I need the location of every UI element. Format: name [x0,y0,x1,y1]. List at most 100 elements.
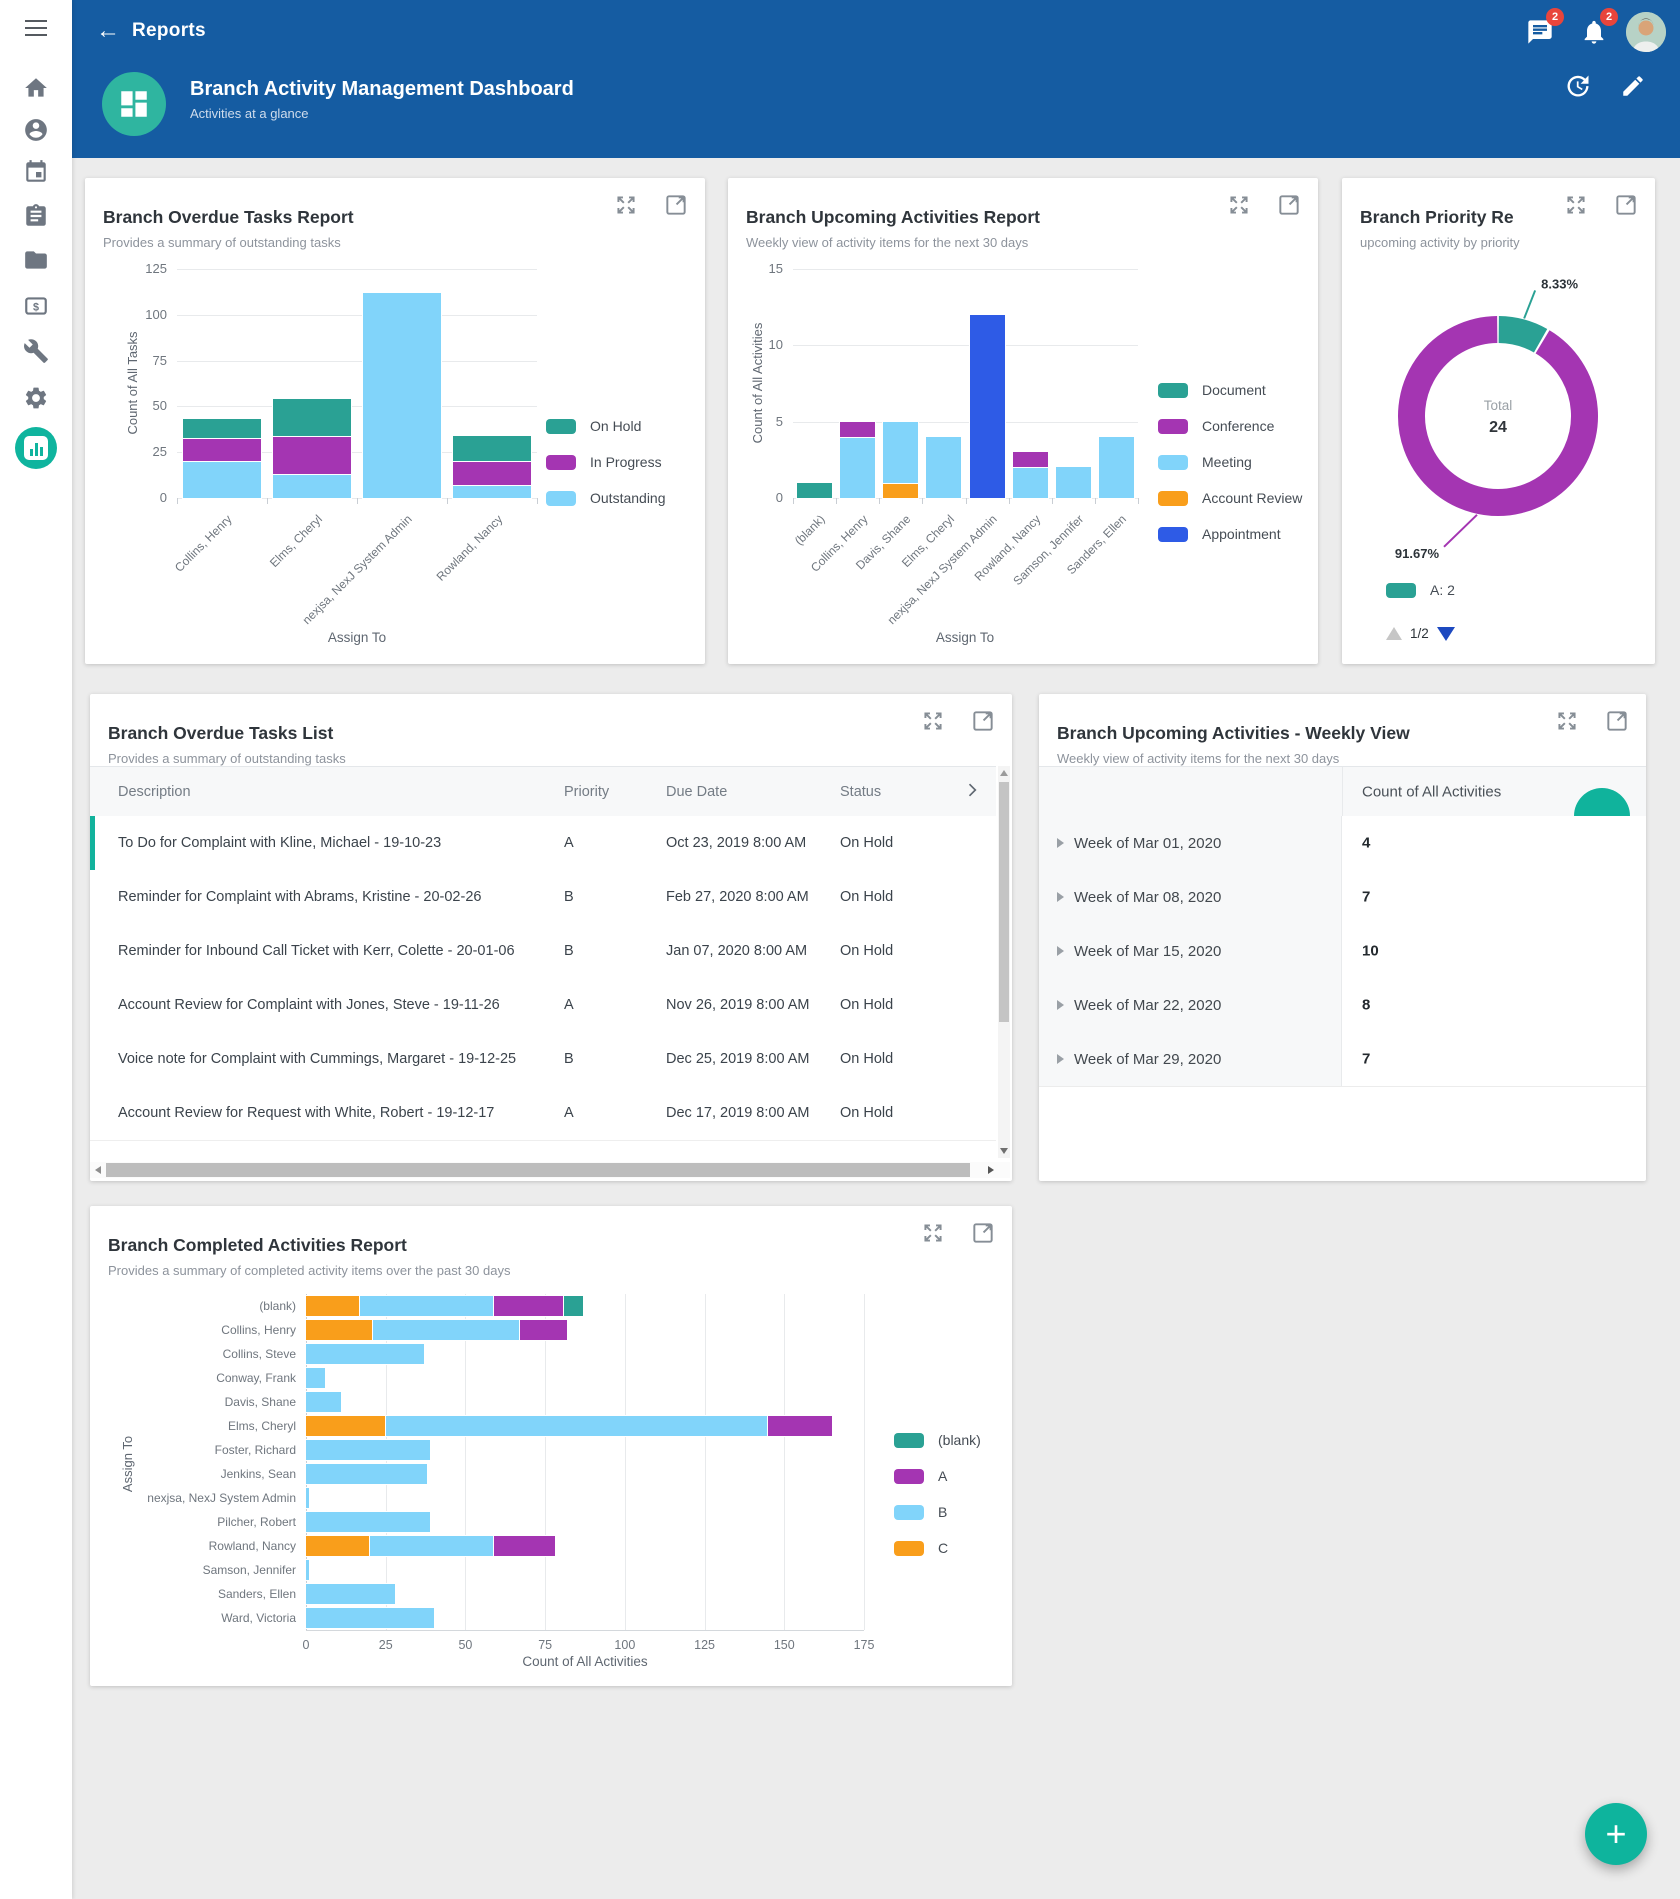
expand-triangle-icon[interactable] [1057,1000,1064,1010]
expand-triangle-icon[interactable] [1057,892,1064,902]
home-icon[interactable] [23,75,49,101]
bar-segment-outstanding[interactable] [363,293,441,498]
bar-segment-on-hold[interactable] [183,419,261,437]
bar-segment-meeting[interactable] [883,422,918,483]
bar-segment-a[interactable] [520,1320,568,1340]
table-row[interactable]: Account Review for Complaint with Jones,… [90,978,996,1033]
bar-segment-c[interactable] [306,1416,386,1436]
bar-segment-c[interactable] [306,1536,370,1556]
table-row[interactable]: To Do for Complaint with Kline, Michael … [90,816,996,871]
column-header-priority[interactable]: Priority [564,784,609,800]
column-header-due-date[interactable]: Due Date [666,784,727,800]
open-in-new-icon[interactable] [1613,192,1639,218]
bar-segment-on-hold[interactable] [453,436,531,462]
bar-segment-a[interactable] [494,1296,564,1316]
bar-segment-b[interactable] [386,1416,769,1436]
bar-segment-c[interactable] [306,1296,360,1316]
table-row[interactable]: Account Review for Request with White, R… [90,1086,996,1141]
tools-icon[interactable] [23,338,49,364]
bar-segment-on-hold[interactable] [273,399,351,436]
bar-segment-appointment[interactable] [970,315,1005,498]
legend-item-b[interactable]: B [894,1504,947,1520]
settings-icon[interactable] [23,385,49,411]
billing-icon[interactable]: $ [23,293,49,319]
bar-segment-conference[interactable] [1013,452,1048,467]
bar-segment-account-review[interactable] [883,483,918,498]
avatar[interactable] [1626,12,1666,52]
legend-item-a[interactable]: A [894,1468,947,1484]
legend-item-appointment[interactable]: Appointment [1158,526,1281,542]
pager-up-icon[interactable] [1386,627,1402,640]
bar-segment-blank[interactable] [564,1296,583,1316]
week-expander[interactable]: Week of Mar 01, 2020 [1039,816,1342,870]
legend-item-a[interactable]: A: 2 [1386,582,1455,598]
sidebar-item-reports[interactable] [15,427,57,469]
bar-segment-b[interactable] [360,1296,494,1316]
donut-slice-a[interactable] [1499,330,1541,341]
bar-segment-meeting[interactable] [1099,437,1134,498]
contacts-icon[interactable] [23,117,49,143]
legend-item-outstanding[interactable]: Outstanding [546,490,666,506]
bar-segment-b[interactable] [306,1344,424,1364]
table-row[interactable]: Voice note for Complaint with Cummings, … [90,1032,996,1087]
table-row[interactable]: Reminder for Inbound Call Ticket with Ke… [90,924,996,979]
expand-triangle-icon[interactable] [1057,838,1064,848]
bar-segment-c[interactable] [306,1320,373,1340]
bar-segment-b[interactable] [306,1392,341,1412]
horizontal-scrollbar[interactable] [90,1162,1010,1178]
bar-segment-meeting[interactable] [840,437,875,498]
fullscreen-icon[interactable] [920,708,946,734]
bar-segment-meeting[interactable] [1056,467,1091,498]
fullscreen-icon[interactable] [1554,708,1580,734]
bar-segment-conference[interactable] [840,422,875,437]
bar-segment-a[interactable] [494,1536,555,1556]
vertical-scrollbar[interactable] [998,766,1010,1158]
bar-segment-b[interactable] [373,1320,520,1340]
legend-item-document[interactable]: Document [1158,382,1266,398]
donut-slice-other[interactable] [1412,330,1585,503]
bar-segment-b[interactable] [306,1464,427,1484]
fullscreen-icon[interactable] [1563,192,1589,218]
bar-segment-a[interactable] [768,1416,832,1436]
bar-segment-b[interactable] [306,1584,395,1604]
bar-segment-b[interactable] [306,1440,430,1460]
tasks-icon[interactable] [23,203,49,229]
expand-triangle-icon[interactable] [1057,1054,1064,1064]
menu-icon[interactable] [25,20,47,36]
chevron-right-icon[interactable] [962,780,982,800]
bar-segment-outstanding[interactable] [453,485,531,498]
bar-segment-in-progress[interactable] [453,461,531,485]
bar-segment-b[interactable] [306,1560,309,1580]
bar-segment-in-progress[interactable] [183,438,261,462]
calendar-icon[interactable] [23,159,49,185]
column-header-status[interactable]: Status [840,784,881,800]
open-in-new-icon[interactable] [1604,708,1630,734]
bar-segment-b[interactable] [370,1536,494,1556]
bar-segment-b[interactable] [306,1488,309,1508]
week-expander[interactable]: Week of Mar 22, 2020 [1039,978,1342,1032]
bar-segment-meeting[interactable] [1013,467,1048,498]
week-expander[interactable]: Week of Mar 29, 2020 [1039,1032,1342,1086]
pager-down-icon[interactable] [1437,627,1455,641]
chat-icon[interactable]: 2 [1520,14,1556,50]
bar-segment-outstanding[interactable] [273,474,351,498]
back-arrow-icon[interactable]: ← [90,14,124,48]
legend-item-in-progress[interactable]: In Progress [546,454,662,470]
legend-item-account-review[interactable]: Account Review [1158,490,1302,506]
legend-item-meeting[interactable]: Meeting [1158,454,1252,470]
legend-item-blank[interactable]: (blank) [894,1432,981,1448]
bar-segment-b[interactable] [306,1608,434,1628]
table-row[interactable]: Reminder for Complaint with Abrams, Kris… [90,870,996,925]
notifications-icon[interactable]: 2 [1574,14,1610,50]
add-button[interactable]: + [1585,1803,1647,1865]
documents-icon[interactable] [23,247,49,273]
update-icon[interactable] [1558,68,1594,104]
expand-triangle-icon[interactable] [1057,946,1064,956]
week-expander[interactable]: Week of Mar 15, 2020 [1039,924,1342,978]
bar-segment-b[interactable] [306,1512,430,1532]
bar-segment-b[interactable] [306,1368,325,1388]
bar-segment-meeting[interactable] [926,437,961,498]
bar-segment-outstanding[interactable] [183,461,261,498]
bar-segment-in-progress[interactable] [273,436,351,474]
column-header-description[interactable]: Description [118,784,191,800]
